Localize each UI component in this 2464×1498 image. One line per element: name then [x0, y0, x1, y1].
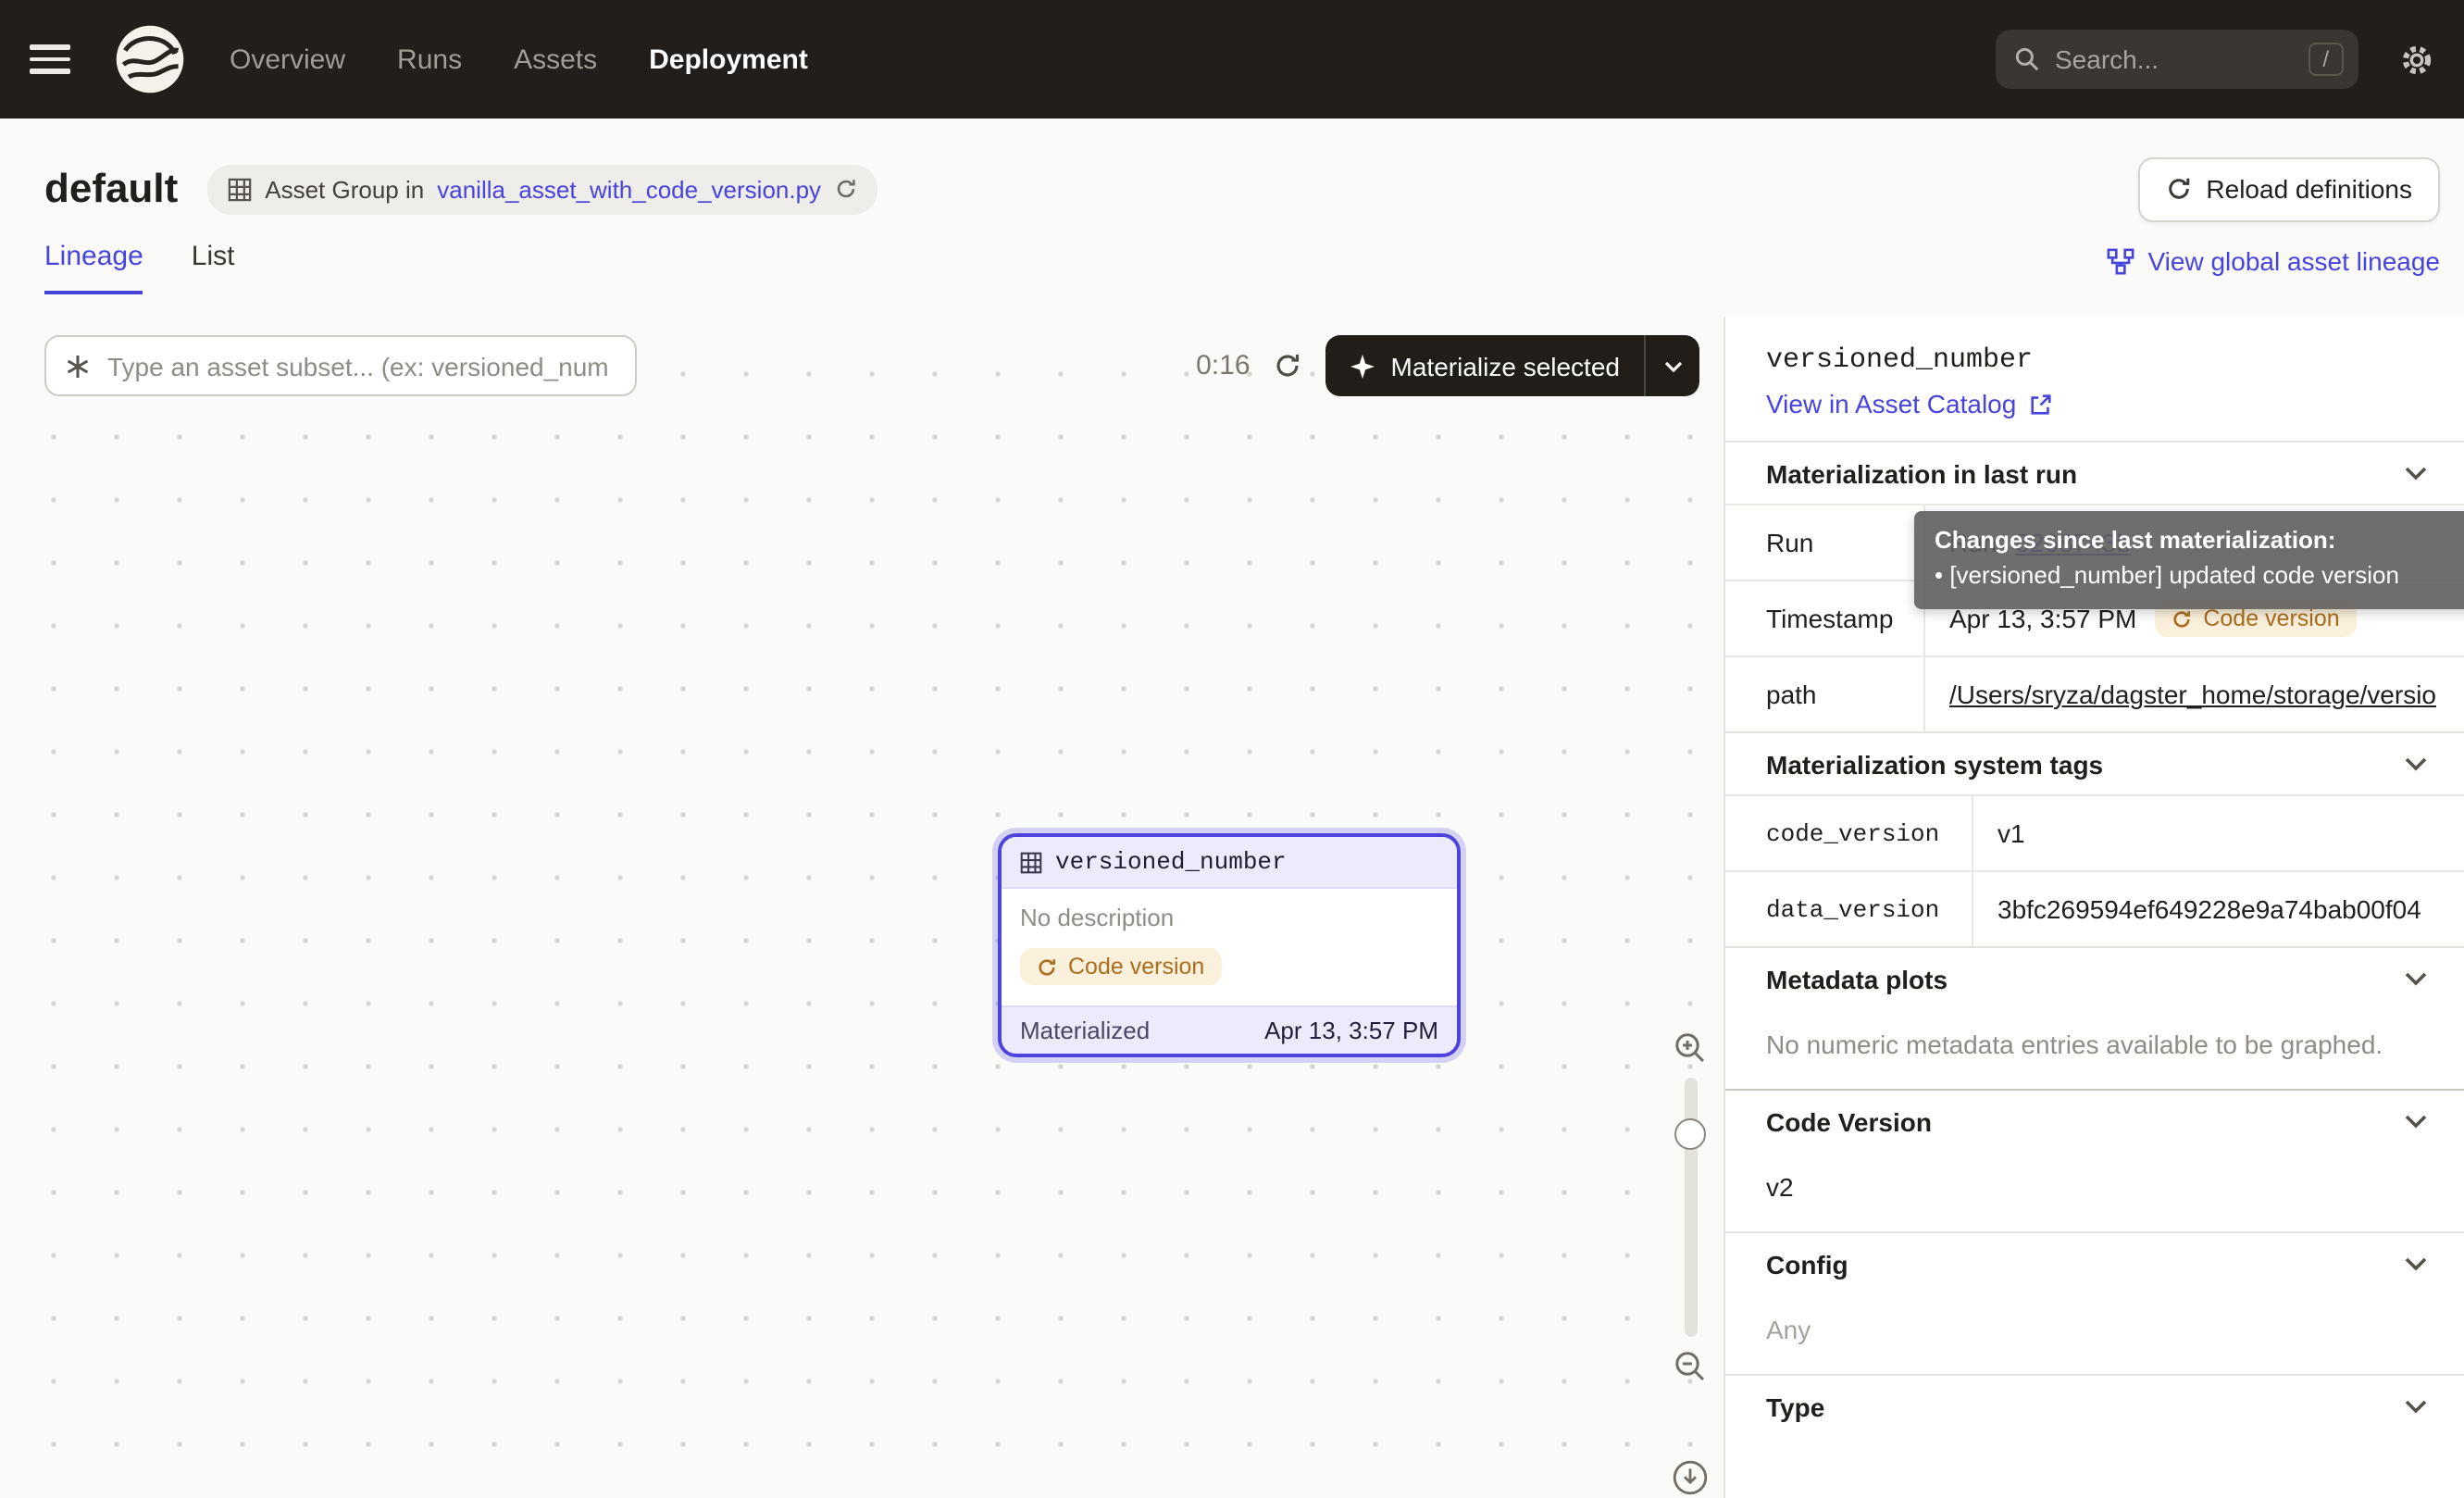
chevron-down-icon — [2405, 971, 2427, 986]
chevron-down-icon — [2405, 756, 2427, 771]
tab-list[interactable]: List — [192, 241, 235, 294]
materialize-options-caret[interactable] — [1646, 360, 1699, 371]
tag-key: data_version — [1725, 872, 1973, 946]
zoom-slider-handle[interactable] — [1674, 1118, 1706, 1150]
asset-status-timestamp: Apr 13, 3:57 PM — [1264, 1016, 1438, 1043]
lineage-icon — [2108, 247, 2135, 275]
materialize-selected-label: Materialize selected — [1391, 351, 1620, 381]
refresh-icon — [1037, 956, 1057, 977]
view-global-asset-lineage-link[interactable]: View global asset lineage — [2108, 246, 2441, 294]
menu-icon[interactable] — [30, 45, 70, 74]
zoom-out-icon[interactable] — [1674, 1350, 1707, 1383]
chevron-down-icon — [2405, 1114, 2427, 1129]
section-type[interactable]: Type — [1725, 1374, 2464, 1437]
config-value: Any — [1725, 1294, 2464, 1374]
asset-table-icon — [1020, 851, 1042, 873]
zoom-in-icon[interactable] — [1674, 1031, 1707, 1065]
app-window: Overview Runs Assets Deployment / defaul… — [0, 0, 2464, 1498]
dagster-logo-icon — [111, 20, 189, 98]
section-config[interactable]: Config — [1725, 1231, 2464, 1294]
asset-node-description: No description — [1020, 904, 1438, 931]
code-file-link[interactable]: vanilla_asset_with_code_version.py — [437, 175, 821, 203]
slash-shortcut-hint: / — [2308, 43, 2344, 76]
tag-row-data-version: data_version 3bfc269594ef649228e9a74bab0… — [1725, 870, 2464, 946]
asset-node-title: versioned_number — [1055, 848, 1287, 876]
top-nav-links: Overview Runs Assets Deployment — [230, 44, 808, 75]
tab-lineage[interactable]: Lineage — [44, 241, 143, 294]
page-header: default Asset Group in vanilla_asset_wit… — [0, 119, 2464, 317]
section-materialization-system-tags[interactable]: Materialization system tags — [1725, 731, 2464, 794]
fit-view-icon[interactable] — [1672, 1459, 1709, 1496]
chevron-down-icon — [2405, 1256, 2427, 1271]
asset-group-badge: Asset Group in vanilla_asset_with_code_v… — [207, 164, 877, 214]
search-icon — [2014, 46, 2040, 72]
asset-group-prefix: Asset Group in — [265, 175, 424, 203]
tag-value: v1 — [1973, 804, 2464, 863]
reload-definitions-label: Reload definitions — [2206, 174, 2412, 204]
refresh-icon[interactable] — [1275, 352, 1302, 380]
asset-node-versioned_number[interactable]: versioned_number No description Code ver… — [998, 833, 1461, 1056]
caret-down-icon — [1663, 360, 1682, 371]
dagster-logo[interactable] — [111, 20, 189, 98]
metadata-plots-empty-text: No numeric metadata entries available to… — [1725, 1009, 2464, 1089]
meta-row-path: path /Users/sryza/dagster_home/storage/v… — [1725, 655, 2464, 731]
asset-status-label: Materialized — [1020, 1016, 1150, 1043]
refresh-timer: 0:16 — [1196, 350, 1250, 381]
asset-graph-canvas[interactable]: 0:16 Materialize selected — [0, 317, 1724, 1498]
nav-runs[interactable]: Runs — [397, 44, 462, 75]
materialize-selected-button[interactable]: Materialize selected — [1326, 335, 1699, 396]
changes-since-materialization-tooltip: Changes since last materialization: • [v… — [1914, 511, 2464, 608]
gear-icon[interactable] — [2399, 42, 2434, 77]
section-metadata-plots[interactable]: Metadata plots — [1725, 946, 2464, 1009]
asset-subset-input[interactable] — [107, 351, 616, 381]
reload-definitions-button[interactable]: Reload definitions — [2137, 156, 2440, 221]
search-input[interactable] — [2055, 44, 2293, 74]
section-materialization-in-last-run[interactable]: Materialization in last run — [1725, 441, 2464, 504]
chevron-down-icon — [2405, 466, 2427, 481]
nav-overview[interactable]: Overview — [230, 44, 345, 75]
nav-deployment[interactable]: Deployment — [649, 44, 808, 75]
code-version-badge: Code version — [1020, 948, 1221, 985]
code-version-value: v2 — [1725, 1152, 2464, 1231]
asset-subset-filter[interactable] — [44, 335, 637, 396]
view-global-asset-lineage-label: View global asset lineage — [2148, 246, 2441, 276]
zoom-slider[interactable] — [1684, 1078, 1697, 1337]
tag-key: code_version — [1725, 796, 1973, 870]
tag-row-code-version: code_version v1 — [1725, 794, 2464, 870]
view-in-asset-catalog-link[interactable]: View in Asset Catalog — [1766, 389, 2053, 418]
refresh-icon — [2172, 608, 2192, 629]
section-code-version[interactable]: Code Version — [1725, 1089, 2464, 1152]
meta-label-path: path — [1725, 657, 1925, 731]
external-link-icon — [2029, 392, 2053, 416]
top-nav-bar: Overview Runs Assets Deployment / — [0, 0, 2464, 119]
sparkle-icon — [1350, 353, 1376, 379]
page-title: default — [44, 165, 178, 213]
refresh-icon[interactable] — [834, 178, 856, 200]
op-selector-icon — [65, 353, 91, 379]
tooltip-title: Changes since last materialization: — [1935, 524, 2464, 559]
search-box[interactable]: / — [1996, 30, 2358, 89]
meta-label-run: Run — [1725, 506, 1925, 580]
nav-assets[interactable]: Assets — [514, 44, 597, 75]
tag-value: 3bfc269594ef649228e9a74bab00f04 — [1973, 880, 2464, 939]
zoom-controls — [1666, 1031, 1714, 1383]
tooltip-item: • [versioned_number] updated code versio… — [1935, 559, 2464, 594]
canvas-actions: 0:16 Materialize selected — [1196, 335, 1699, 396]
path-link[interactable]: /Users/sryza/dagster_home/storage/versio — [1949, 680, 2436, 709]
tabs-row: Lineage List View global asset lineage — [0, 241, 2464, 294]
meta-label-timestamp: Timestamp — [1725, 581, 1925, 655]
chevron-down-icon — [2405, 1399, 2427, 1414]
asset-group-icon — [228, 177, 252, 201]
asset-detail-panel: versioned_number View in Asset Catalog M… — [1724, 317, 2464, 1498]
reload-icon — [2165, 176, 2191, 202]
panel-asset-title: versioned_number — [1766, 344, 2427, 376]
